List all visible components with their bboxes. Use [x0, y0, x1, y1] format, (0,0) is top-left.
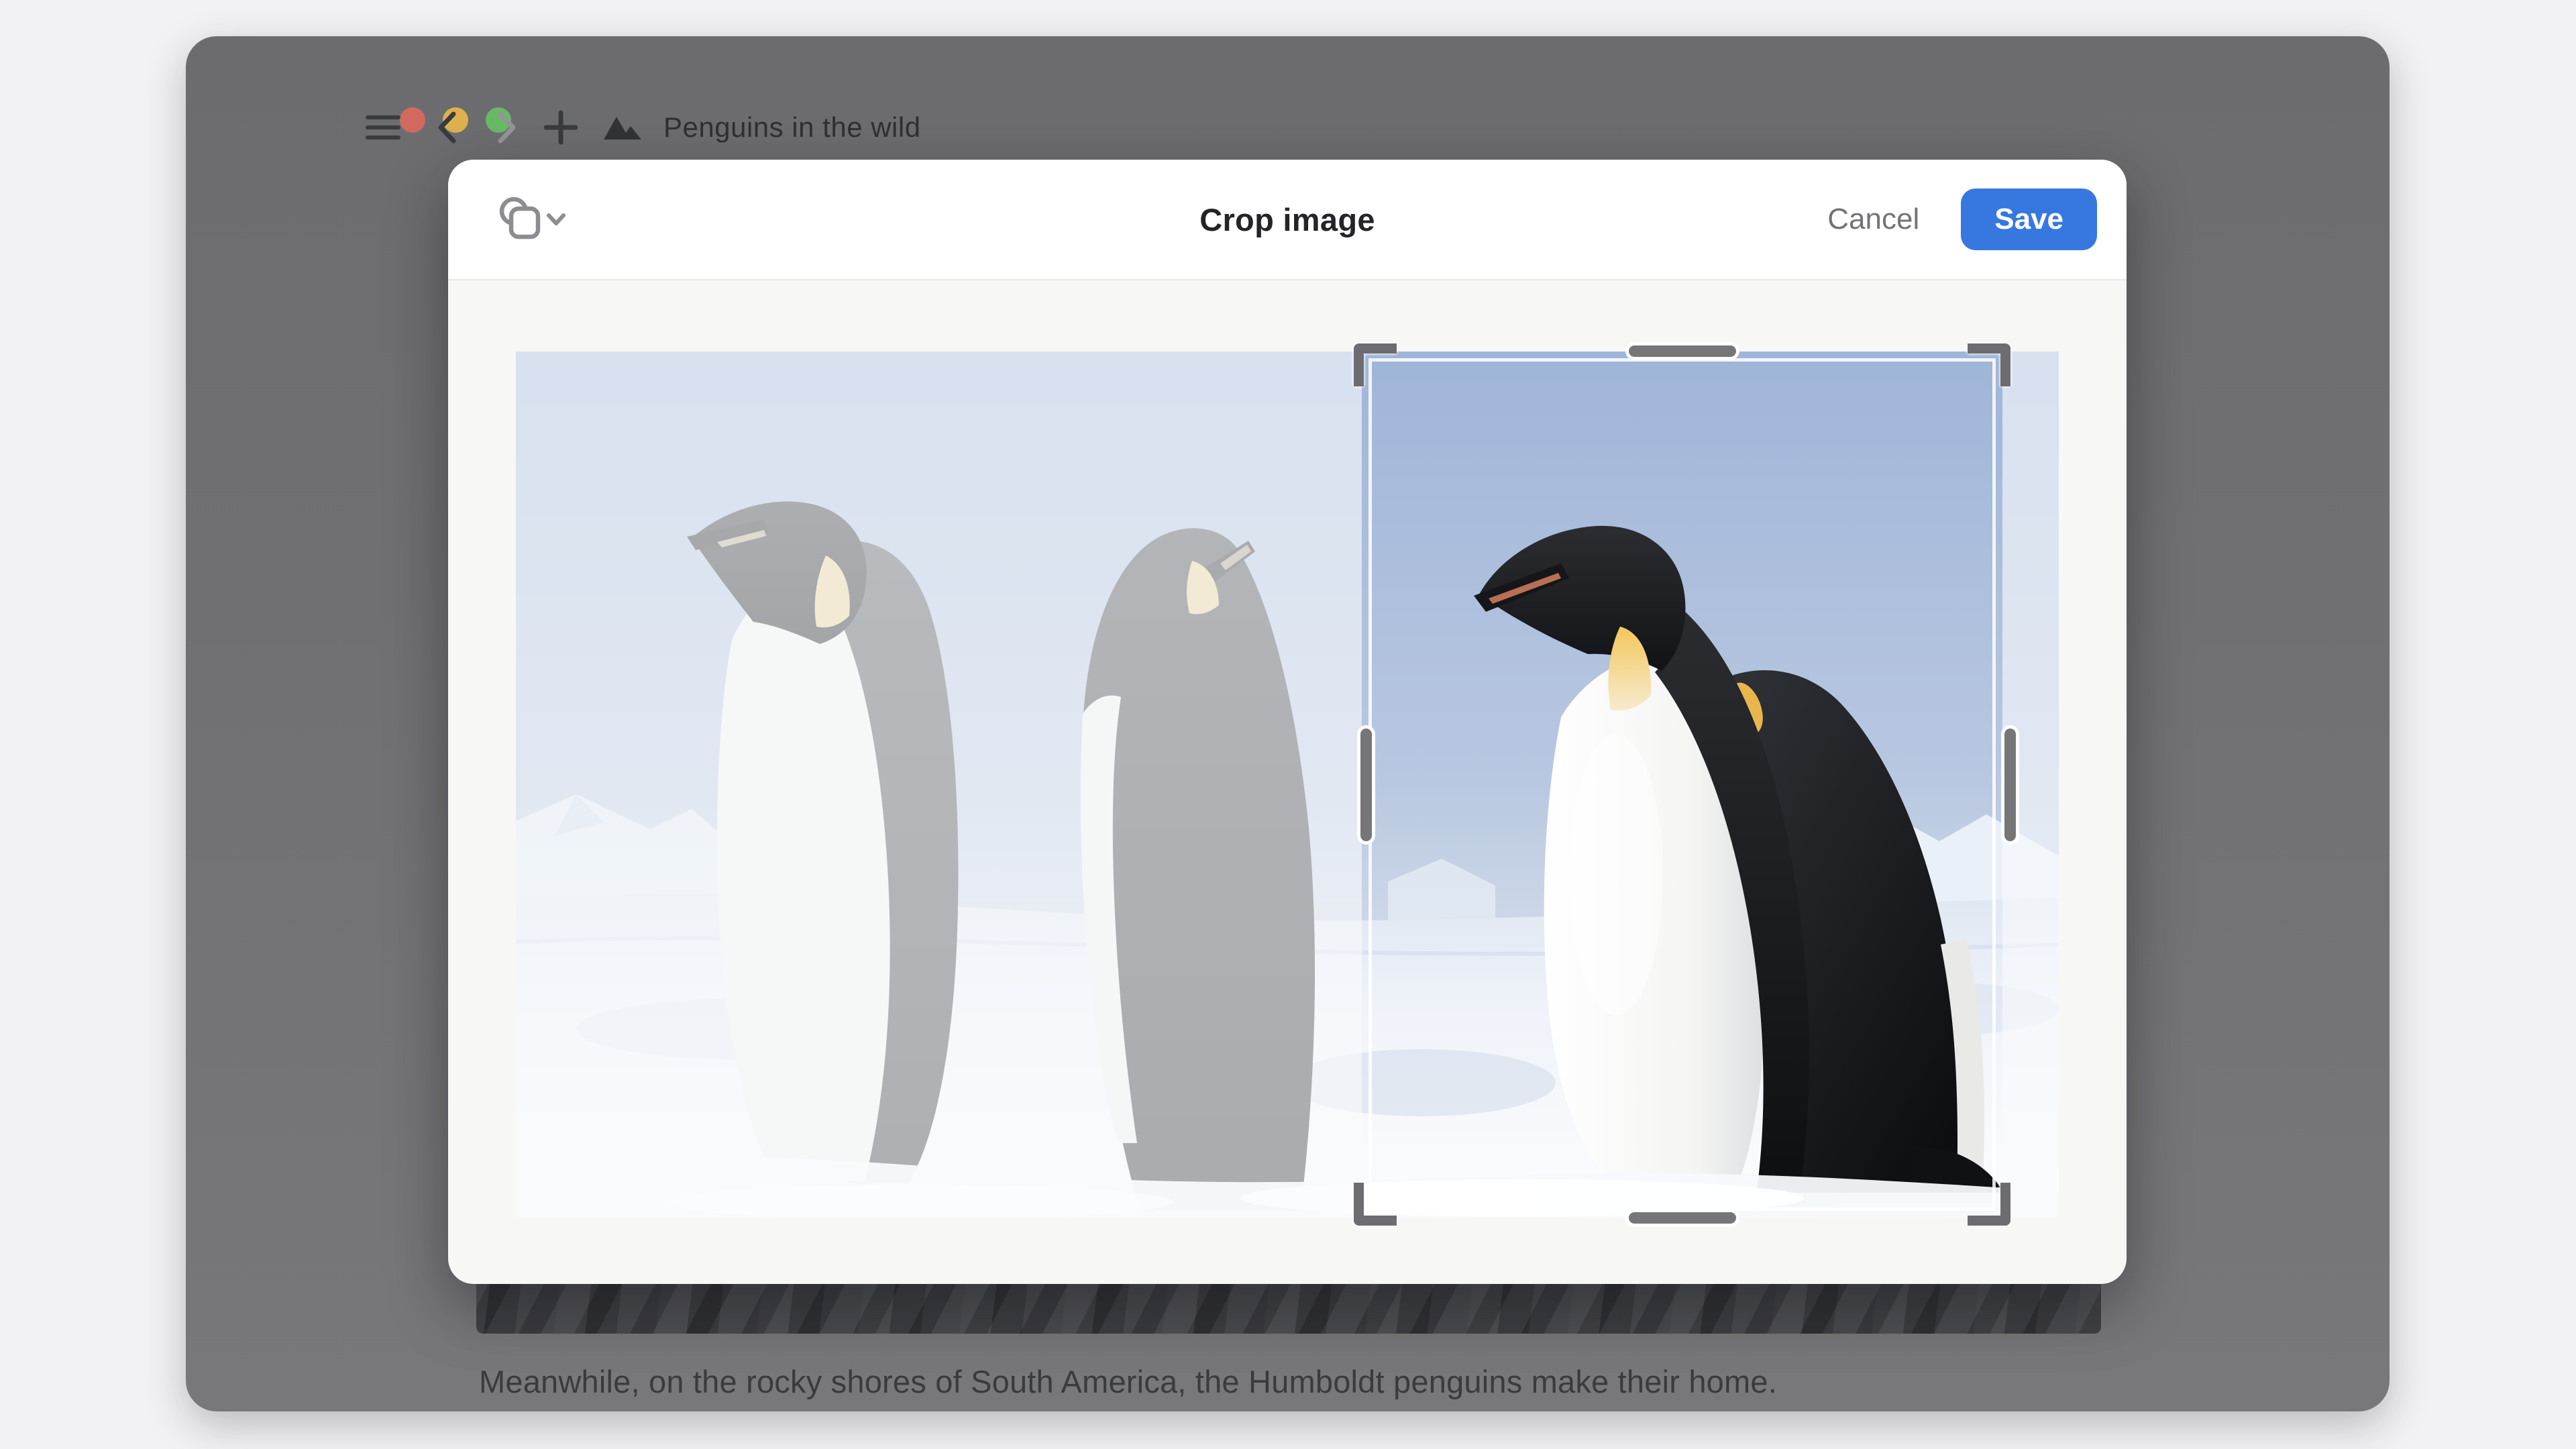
crop-inner-border: [1368, 358, 1996, 1211]
crop-corner-handle-top-right[interactable]: [1968, 343, 2010, 386]
back-icon[interactable]: [435, 109, 458, 146]
modal-header: Crop image Cancel Save: [448, 160, 2127, 280]
crop-corner-handle-bottom-left[interactable]: [1354, 1183, 1397, 1226]
modal-title: Crop image: [1199, 201, 1375, 238]
crop-dim-overlay-left: [516, 352, 1362, 1218]
menu-icon[interactable]: [364, 109, 402, 146]
document-caption: Meanwhile, on the rocky shores of South …: [479, 1363, 1777, 1400]
crop-edge-handle-top[interactable]: [1629, 345, 1736, 357]
crop-editor-canvas: [516, 352, 2059, 1218]
page-cover-icon[interactable]: [602, 109, 643, 146]
crop-edge-handle-right[interactable]: [2004, 729, 2016, 841]
crop-preset-button[interactable]: [496, 194, 566, 245]
forward-icon[interactable]: [496, 109, 519, 146]
save-button[interactable]: Save: [1961, 189, 2097, 250]
screen: Penguins in the wild Meanwhile, on the r…: [0, 0, 2576, 1449]
crop-corner-handle-bottom-right[interactable]: [1968, 1183, 2010, 1226]
crop-corner-handle-top-left[interactable]: [1354, 343, 1397, 386]
modal-actions: Cancel Save: [1827, 189, 2097, 250]
crop-preset-icon: [496, 194, 566, 245]
chevron-down-icon: [549, 215, 564, 223]
crop-image-modal: Crop image Cancel Save: [448, 160, 2127, 1284]
crop-region[interactable]: [1362, 352, 2002, 1218]
crop-edge-handle-bottom[interactable]: [1629, 1212, 1736, 1224]
cancel-button[interactable]: Cancel: [1827, 203, 1919, 236]
add-icon[interactable]: [544, 109, 578, 146]
crop-edge-handle-left[interactable]: [1360, 729, 1372, 841]
document-title: Penguins in the wild: [663, 109, 921, 146]
close-window-button[interactable]: [400, 107, 425, 133]
